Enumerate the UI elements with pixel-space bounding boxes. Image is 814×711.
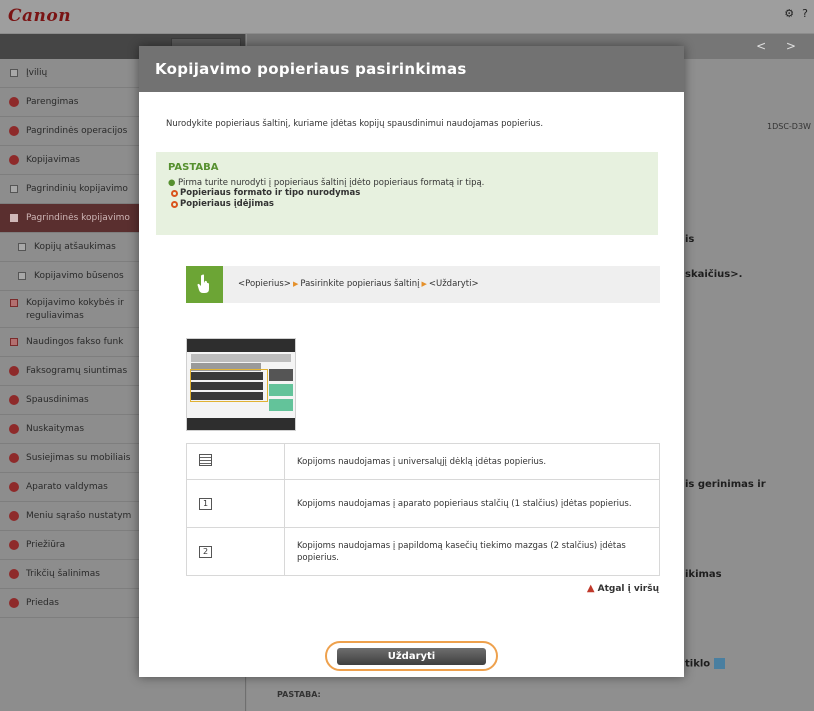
section-bullet-icon xyxy=(9,598,19,608)
drawer-2-icon: 2 xyxy=(199,545,212,558)
paper-source-table: Kopijoms naudojamas į universalųjį dėklą… xyxy=(186,443,660,576)
thumb-side-button xyxy=(269,369,293,381)
top-icons: ⚙? xyxy=(776,7,808,20)
link-ring-icon xyxy=(171,190,178,197)
info-icon xyxy=(714,658,726,669)
section-bullet-icon xyxy=(9,366,19,376)
page-icon xyxy=(18,243,26,251)
page-icon xyxy=(18,272,26,280)
arrow-icon: ▶ xyxy=(292,280,299,288)
close-button-highlight: Uždaryti xyxy=(325,641,498,671)
section-bullet-icon xyxy=(9,569,19,579)
model-label: 1DSC-D3W xyxy=(767,122,811,131)
top-bar: Canon ⚙? xyxy=(0,0,814,34)
section-bullet-icon xyxy=(9,97,19,107)
step-instruction: <Popierius> ▶ Pasirinkite popieriaus šalti… xyxy=(186,266,660,303)
bullet-icon: ● xyxy=(168,178,176,188)
thumb-side-button xyxy=(269,384,293,396)
note-text: ● Pirma turite nurodyti į popieriaus šalt… xyxy=(168,178,485,188)
bg-fragment: tiklo xyxy=(685,658,726,670)
hand-icon xyxy=(197,274,209,293)
table-row: 1 Kopijoms naudojamas į aparato popieria… xyxy=(186,479,660,528)
step-text: <Popierius> ▶ Pasirinkite popieriaus šalti… xyxy=(238,279,479,289)
thumb-header-row xyxy=(191,354,291,362)
gear-icon[interactable]: ⚙ xyxy=(784,7,794,20)
thumb-selection xyxy=(190,369,268,402)
touch-hand-icon xyxy=(186,266,223,303)
page-icon xyxy=(10,338,18,346)
section-bullet-icon xyxy=(9,511,19,521)
thumb-footer xyxy=(187,418,295,430)
section-bullet-icon xyxy=(9,482,19,492)
page-icon xyxy=(10,185,18,193)
section-bullet-icon xyxy=(9,395,19,405)
table-icon-cell: 2 xyxy=(186,527,285,576)
screen-thumbnail xyxy=(186,338,296,431)
back-to-top-link[interactable]: ▲ Atgal į viršų xyxy=(587,583,659,594)
table-icon-cell: 1 xyxy=(186,479,285,528)
close-button[interactable]: Uždaryti xyxy=(337,648,486,665)
thumb-titlebar xyxy=(187,339,295,352)
help-icon[interactable]: ? xyxy=(802,7,808,20)
up-arrow-icon: ▲ xyxy=(586,583,595,594)
modal-title: Kopijavimo popieriaus pasirinkimas xyxy=(139,46,684,92)
section-bullet-icon xyxy=(9,453,19,463)
note-link-loading[interactable]: Popieriaus įdėjimas xyxy=(168,199,646,210)
table-text-cell: Kopijoms naudojamas į papildomą kasečių … xyxy=(284,527,660,576)
section-bullet-icon xyxy=(9,126,19,136)
section-bullet-icon xyxy=(9,424,19,434)
thumb-side-button xyxy=(269,399,293,411)
canon-logo[interactable]: Canon xyxy=(8,6,71,26)
bg-fragment: is gerinimas ir xyxy=(685,479,766,490)
bg-fragment: is xyxy=(685,234,695,245)
bg-fragment: skaičius>. xyxy=(685,269,743,280)
arrow-icon: ▶ xyxy=(421,280,427,288)
page-icon xyxy=(10,299,18,307)
note-box: PASTABA ● Pirma turite nurodyti į popieri… xyxy=(156,152,658,235)
bg-fragment: ikimas xyxy=(685,569,722,580)
page-nav-arrows[interactable]: < > xyxy=(756,39,804,53)
note-link-format[interactable]: Popieriaus formato ir tipo nurodymas xyxy=(168,188,646,199)
intro-text: Nurodykite popieriaus šaltinį, kuriame į… xyxy=(166,119,544,129)
table-text-cell: Kopijoms naudojamas į aparato popieriaus… xyxy=(284,479,660,528)
note-title: PASTABA xyxy=(168,162,219,173)
page-icon xyxy=(10,214,18,222)
table-row: 2 Kopijoms naudojamas į papildomą kaseči… xyxy=(186,527,660,576)
table-row: Kopijoms naudojamas į universalųjį dėklą… xyxy=(186,443,660,480)
drawer-1-icon: 1 xyxy=(199,497,212,510)
table-icon-cell xyxy=(186,443,285,480)
modal-dialog: Kopijavimo popieriaus pasirinkimas Nurod… xyxy=(139,46,684,677)
page-icon xyxy=(10,69,18,77)
section-bullet-icon xyxy=(9,155,19,165)
bg-note: PASTABA: xyxy=(277,690,321,699)
table-text-cell: Kopijoms naudojamas į universalųjį dėklą… xyxy=(284,443,660,480)
multipurpose-tray-icon xyxy=(199,454,212,466)
link-ring-icon xyxy=(171,201,178,208)
section-bullet-icon xyxy=(9,540,19,550)
